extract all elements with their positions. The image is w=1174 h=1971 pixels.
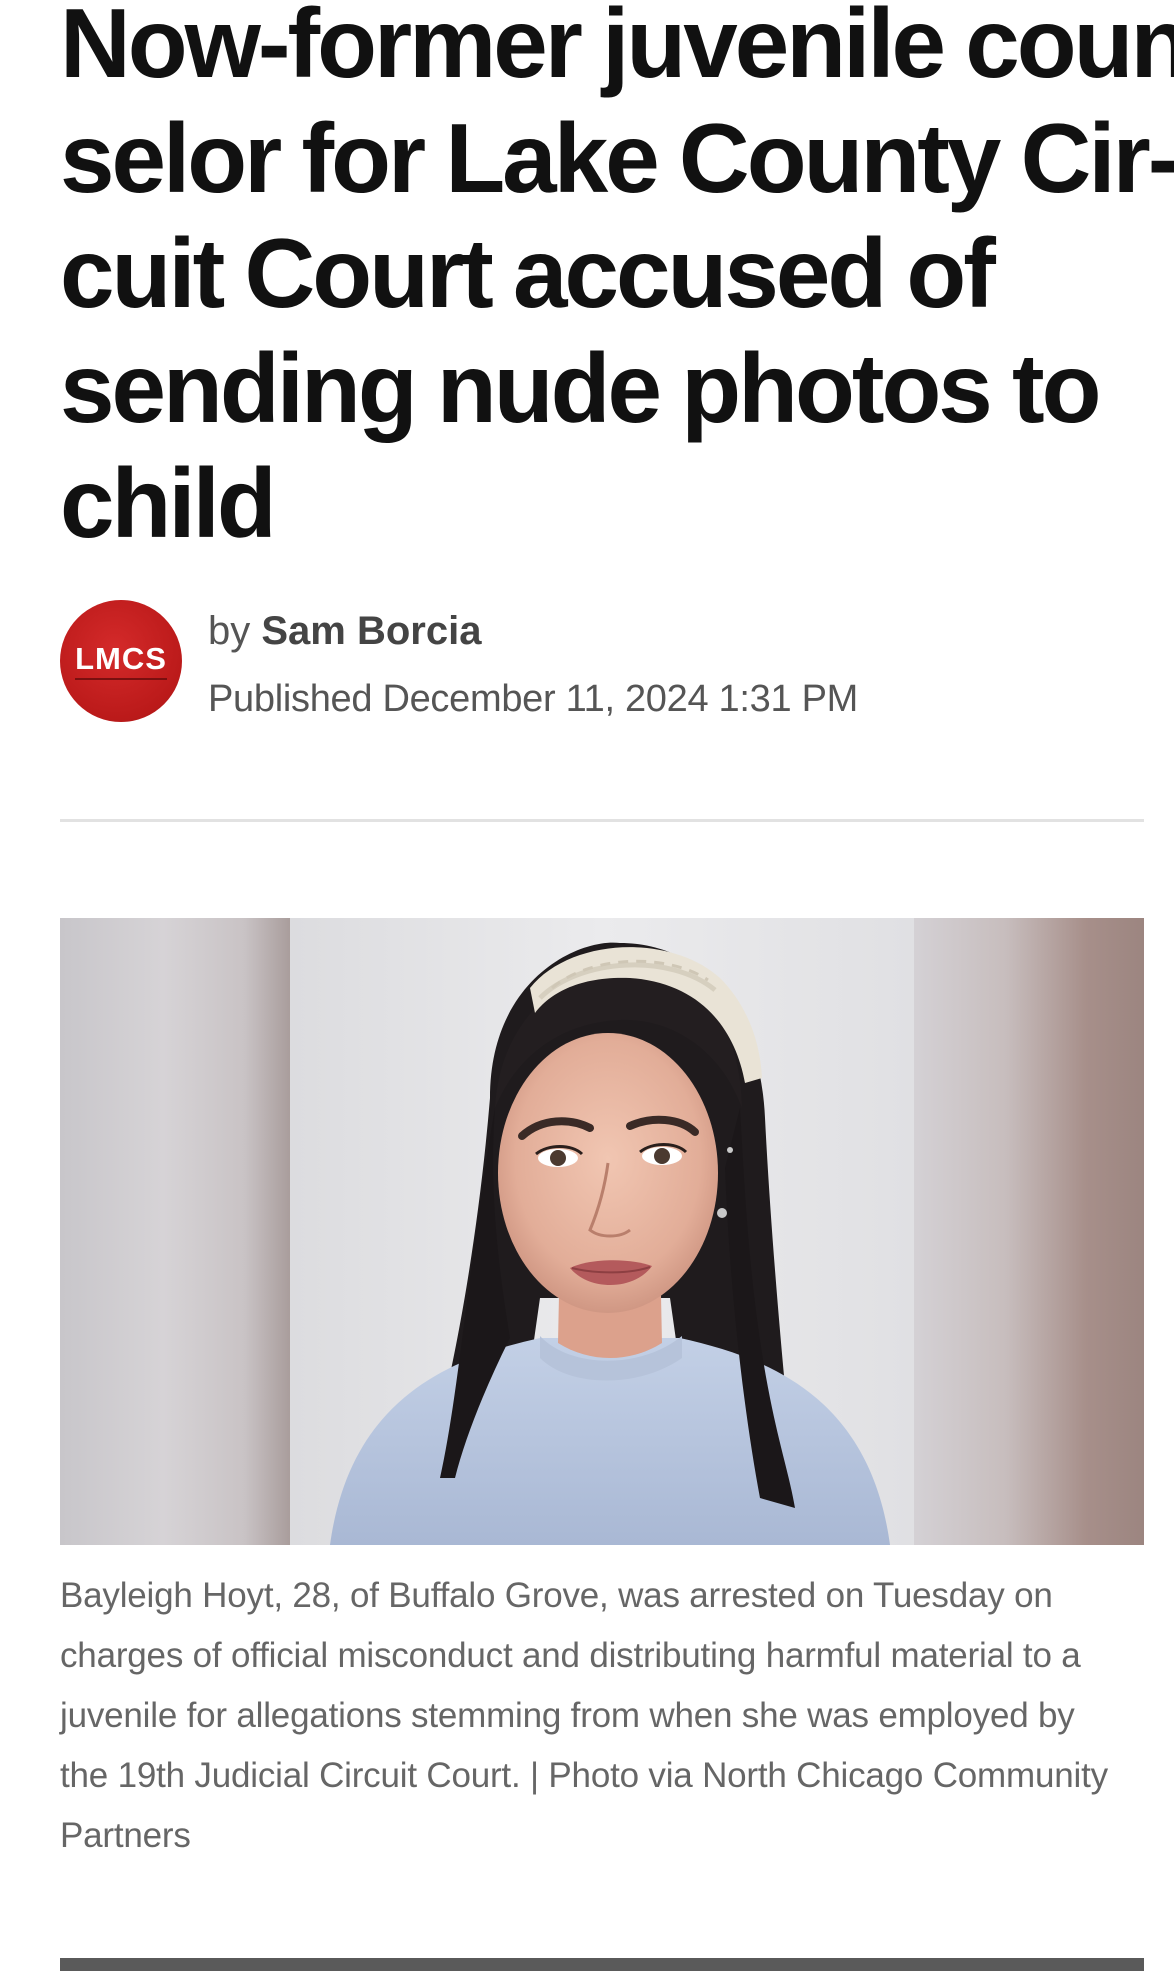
headline-line: child [60,448,277,558]
caption-line: juvenile for allegations stemming from w… [60,1696,1075,1735]
publisher-logo-avatar[interactable]: LMCS [60,600,182,722]
published-date: Published December 11, 2024 1:31 PM [208,678,858,720]
headline-line: Now-former juvenile coun- [60,0,1174,98]
photo-blur-right [914,918,1144,1545]
caption-line: the 19th Judicial Circuit Court. | Photo… [60,1756,1108,1795]
author-name-link[interactable]: Sam Borcia [261,609,481,653]
next-image-edge [60,1958,1144,1971]
article-headline: Now-former juvenile coun- selor for Lake… [60,0,1174,561]
photo-caption: Bayleigh Hoyt, 28, of Buffalo Grove, was… [60,1566,1144,1866]
caption-line: Bayleigh Hoyt, 28, of Buffalo Grove, was… [60,1576,1053,1615]
logo-text: LMCS [75,640,167,676]
author-line: by Sam Borcia [208,606,481,656]
headline-line: cuit Court accused of [60,218,996,328]
article-byline: LMCS by Sam Borcia Published December 11… [60,600,1144,725]
headline-line: sending nude photos to [60,333,1102,443]
headline-line: selor for Lake County Cir- [60,103,1174,213]
caption-line: Partners [60,1816,191,1855]
portrait-photo-icon [290,918,914,1545]
logo-rule [75,677,167,680]
photo-blur-left [60,918,290,1545]
article-page: Now-former juvenile coun- selor for Lake… [60,0,1174,1971]
by-prefix: by [208,609,251,653]
article-photo[interactable] [60,918,1144,1545]
caption-line: charges of official misconduct and distr… [60,1636,1081,1675]
section-divider [60,819,1144,822]
